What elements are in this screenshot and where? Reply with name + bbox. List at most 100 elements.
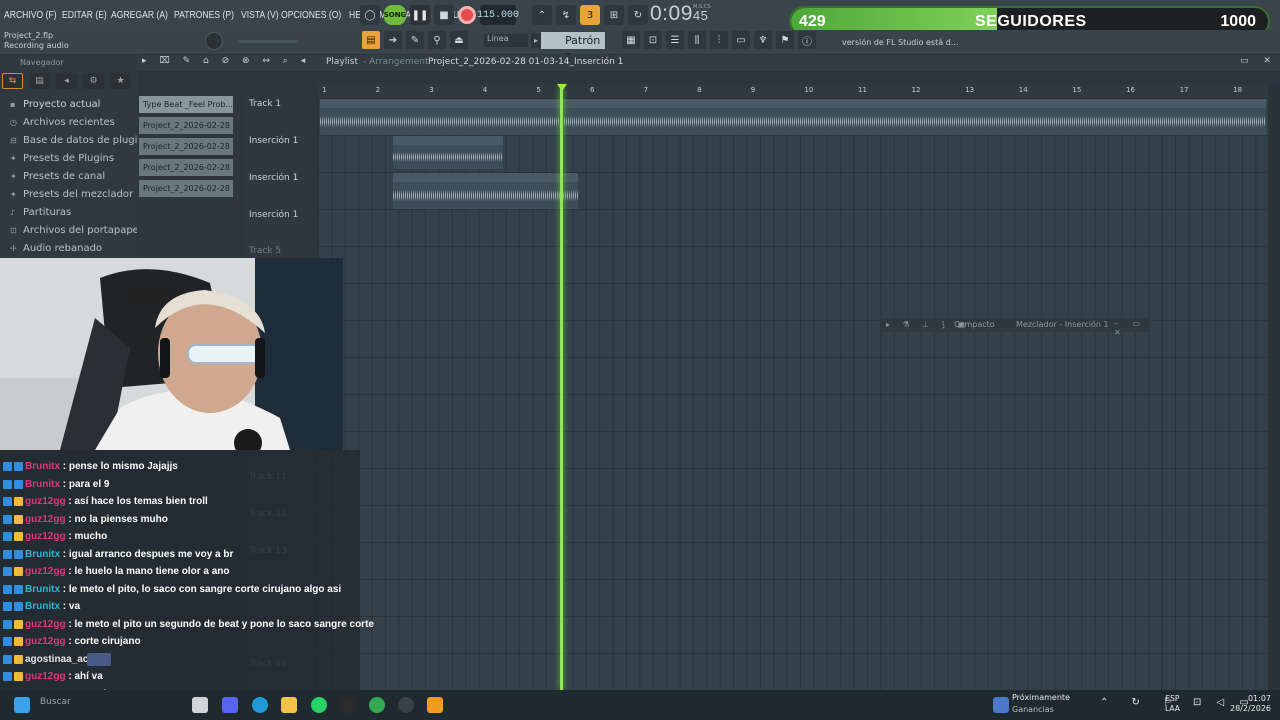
browser-item[interactable]: ✦ Presets de Plugins: [10, 150, 153, 168]
menu-item[interactable]: PATRONES (P): [174, 9, 234, 21]
pattern-item[interactable]: Project_2_2026-02-28 0...: [139, 117, 233, 134]
snap-mode-select[interactable]: Línea: [484, 34, 528, 47]
timeline-ruler[interactable]: 1 2 3 4 5 6 7 8 9 10 11 12 13 14 15 16 17 18: [318, 84, 1280, 98]
pattern-item[interactable]: Project_2_2026-02-28 0...: [139, 180, 233, 197]
news-widget-icon[interactable]: [993, 697, 1009, 713]
metronome-icon[interactable]: ⌃: [532, 5, 552, 25]
browser-item[interactable]: ◷ Archivos recientes: [10, 114, 153, 132]
playlist-icon[interactable]: ▦: [622, 31, 640, 49]
browser-item[interactable]: ♪ Partituras: [10, 204, 153, 222]
menu-item[interactable]: AGREGAR (A): [111, 9, 168, 21]
task-view-icon[interactable]: [192, 697, 208, 713]
browser-list: ▪ Proyecto actual ◷ Archivos recientes ⊟ Base…: [10, 96, 153, 276]
language-indicator[interactable]: ESP LAA: [1165, 694, 1180, 714]
pattern-prev-icon[interactable]: ▸: [531, 33, 541, 48]
fl-studio-icon[interactable]: [427, 697, 443, 713]
playhead[interactable]: [560, 86, 563, 690]
news-widget-subtitle[interactable]: Ganancias: [1012, 705, 1054, 714]
mixer-icon[interactable]: ⫼: [688, 31, 706, 49]
track-label[interactable]: Track 1: [249, 99, 281, 109]
chrome-icon[interactable]: [369, 697, 385, 713]
platform-badge-icon: [3, 514, 12, 524]
pattern-item[interactable]: Type Beat _Feel Prob...: [139, 96, 233, 113]
tempo-display[interactable]: 115.000: [477, 5, 519, 25]
vertical-scrollbar[interactable]: [1268, 84, 1280, 690]
track-label[interactable]: Track 5: [249, 246, 281, 256]
edge-icon[interactable]: [252, 697, 268, 713]
update-news-text[interactable]: versión de FL Studio está d...: [842, 38, 958, 47]
master-volume-knob[interactable]: [205, 32, 223, 50]
clipboard-icon[interactable]: ▭: [732, 31, 750, 49]
user-badge-icon: [14, 619, 23, 629]
stop-button[interactable]: ■: [434, 5, 454, 25]
record-button[interactable]: [458, 6, 476, 24]
blend-notes-icon[interactable]: ⊞: [604, 5, 624, 25]
mixer-mini-bar[interactable]: ▸ ⚗ ⊥ ⟆ ▣ Compacto Mezclador - Inserción…: [880, 318, 1150, 337]
mixer-window-controls[interactable]: – ▭ ✕: [1114, 319, 1150, 337]
pattern-item[interactable]: Project_2_2026-02-28 0...: [139, 159, 233, 176]
pattern-song-toggle-icon[interactable]: ◯: [360, 5, 380, 25]
browser-item[interactable]: ✦ Presets de canal: [10, 168, 153, 186]
browser-item[interactable]: ✢ Audio rebanado: [10, 240, 153, 258]
pencil-icon[interactable]: ✎: [406, 31, 424, 49]
info-icon[interactable]: ⓘ: [798, 31, 816, 49]
song-mode-button[interactable]: SONG: [384, 5, 406, 25]
track-label[interactable]: Inserción 1: [249, 173, 298, 183]
playlist-toolbar: ▸ ⌧ ✎ ⌂ ⊘ ⊗ ↔ ⌕ ◂: [142, 56, 311, 66]
track-label[interactable]: Inserción 1: [249, 210, 298, 220]
epic-games-icon[interactable]: [340, 697, 356, 713]
master-pitch-slider[interactable]: [238, 40, 298, 43]
plugin-icon[interactable]: ♆: [754, 31, 772, 49]
menu-item[interactable]: VISTA (V): [241, 9, 279, 21]
browser-all-tab-icon[interactable]: ⇆: [2, 73, 23, 89]
menu-item[interactable]: OPCIONES (O): [281, 9, 341, 21]
playlist-arrangement[interactable]: - Arrangement: [363, 57, 429, 67]
mixer-mode[interactable]: Compacto: [954, 320, 995, 329]
pause-button[interactable]: ❚❚: [410, 5, 430, 25]
pattern-item[interactable]: Project_2_2026-02-28 0...: [139, 138, 233, 155]
clock[interactable]: 01:07 28/2/2026: [1230, 694, 1271, 714]
user-badge-icon: [14, 672, 23, 681]
menu-item[interactable]: EDITAR (E): [62, 9, 107, 21]
ruler-bar-number: 11: [858, 86, 867, 94]
file-explorer-icon[interactable]: [281, 697, 297, 713]
obs-icon[interactable]: [398, 697, 414, 713]
whatsapp-icon[interactable]: [311, 697, 327, 713]
ruler-bar-number: 18: [1233, 86, 1243, 94]
playlist-grid[interactable]: [318, 98, 1268, 690]
browser-star-tab-icon[interactable]: ★: [110, 73, 131, 89]
typing-keyboard-icon[interactable]: ▤: [362, 31, 380, 49]
windows-start-icon[interactable]: [14, 697, 30, 713]
browser-item[interactable]: ⊡ Archivos del portapapeles: [10, 222, 153, 240]
browser-speaker-tab-icon[interactable]: ◂: [56, 73, 77, 89]
sliders-icon[interactable]: ⫶: [710, 31, 728, 49]
ruler-bar-number: 13: [965, 86, 975, 94]
ruler-bar-number: 14: [1018, 86, 1028, 94]
chat-text: para el 9: [68, 478, 110, 490]
loop-record-icon[interactable]: ↻: [628, 5, 648, 25]
countdown-icon[interactable]: 3: [580, 5, 600, 25]
track-label[interactable]: Inserción 1: [249, 136, 298, 146]
taskbar-search[interactable]: Buscar: [40, 697, 71, 707]
menu-item[interactable]: ARCHIVO (F): [4, 9, 57, 21]
piano-roll-icon[interactable]: ⊡: [644, 31, 662, 49]
browser-item[interactable]: ⊟ Base de datos de plugins: [10, 132, 153, 150]
browser-item[interactable]: ▪ Proyecto actual: [10, 96, 153, 114]
news-widget-title[interactable]: Próximamente: [1012, 693, 1070, 702]
playlist-window-controls[interactable]: ▭ ✕: [1240, 56, 1277, 66]
browser-plugin-tab-icon[interactable]: ⚙: [83, 73, 104, 89]
snap-arrow-icon[interactable]: ➔: [384, 31, 402, 49]
browser-icon[interactable]: ⚑: [776, 31, 794, 49]
browser-item[interactable]: ✦ Presets del mezclador: [10, 186, 153, 204]
wait-input-icon[interactable]: ↯: [556, 5, 576, 25]
discord-icon[interactable]: [222, 697, 238, 713]
chat-username: guz12gg: [25, 566, 66, 577]
stamp-icon[interactable]: ⏏: [450, 31, 468, 49]
channel-rack-icon[interactable]: ☰: [666, 31, 684, 49]
chat-message: Brunitx : pense lo mismo Jajajjs: [3, 461, 178, 472]
platform-badge-icon: [3, 479, 12, 489]
browser-files-tab-icon[interactable]: ▤: [29, 73, 50, 89]
webcam-image: [0, 258, 343, 450]
pattern-selector[interactable]: Patrón 1: [541, 32, 605, 64]
link-icon[interactable]: ⚲: [428, 31, 446, 49]
